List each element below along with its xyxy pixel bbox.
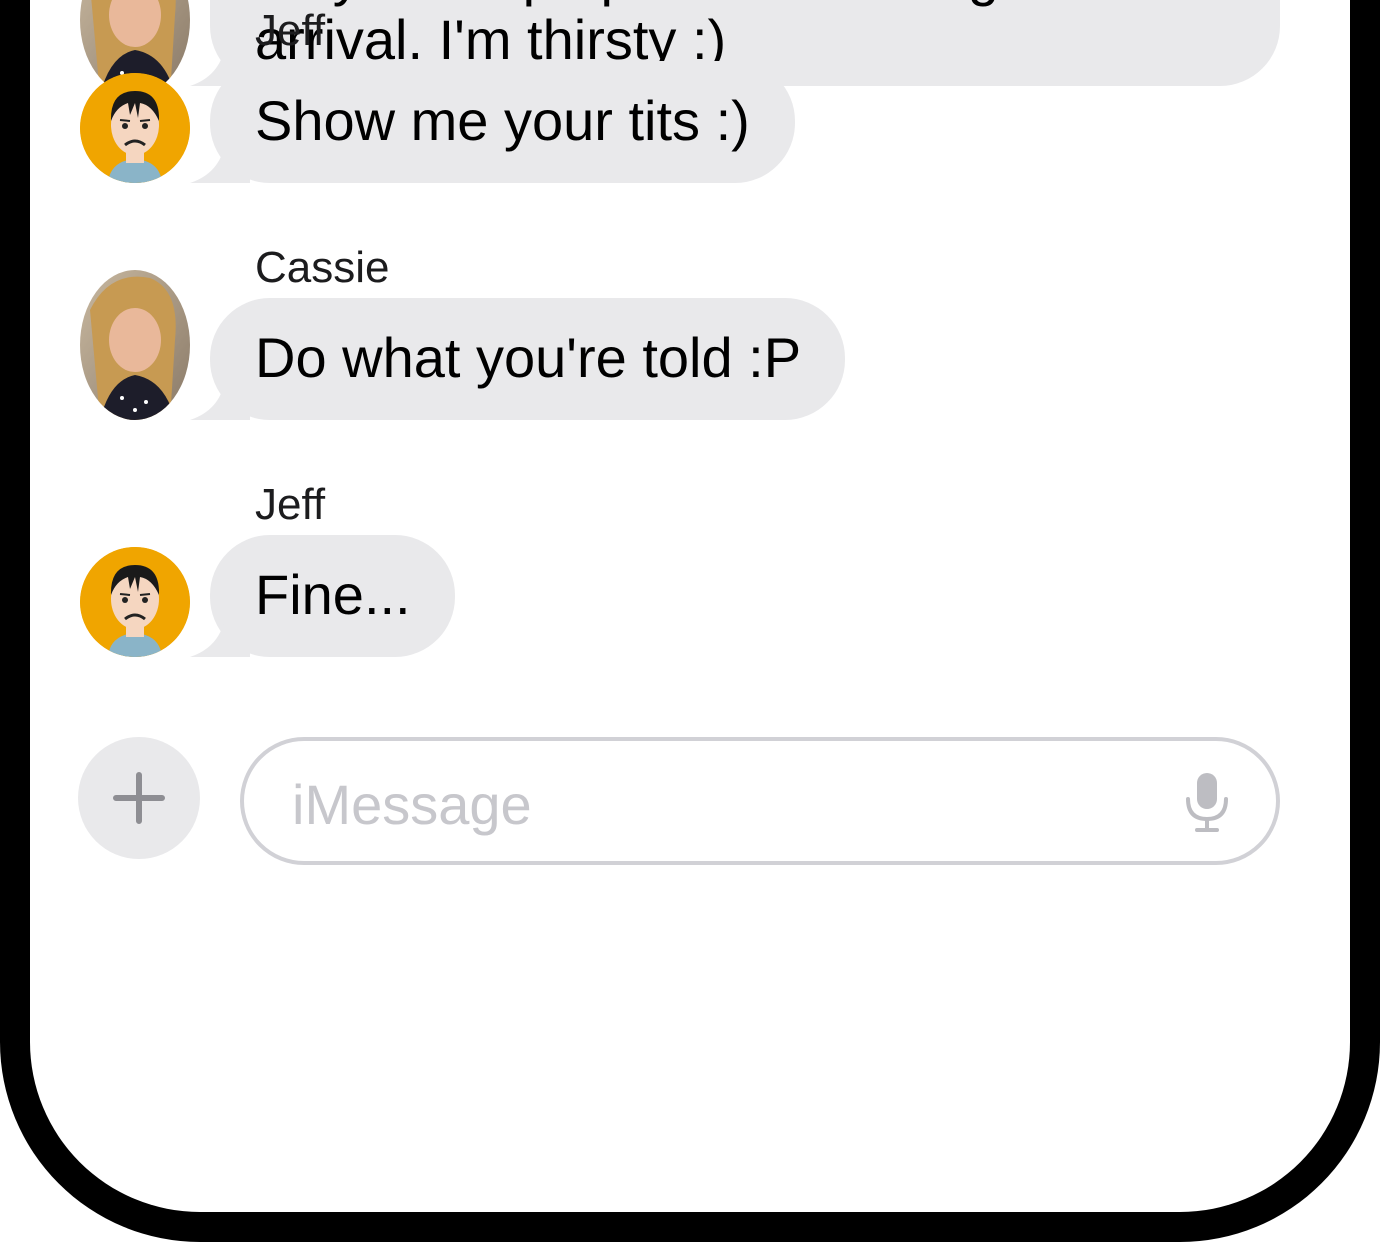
jeff-cartoon-avatar[interactable] [80, 73, 190, 183]
conversation: Maybe whip up a few beverages for our ar… [30, 0, 1350, 1212]
sender-name: Cassie [255, 243, 390, 292]
message-input[interactable]: iMessage [240, 737, 1280, 865]
message-input-placeholder: iMessage [292, 773, 532, 836]
message-bubble[interactable]: Fine... [190, 535, 455, 657]
cassie-photo-avatar[interactable] [80, 270, 190, 420]
message-text: Do what you're told :P [255, 326, 802, 389]
sender-name: Jeff [255, 480, 326, 529]
message-bubble[interactable]: Do what you're told :P [190, 298, 845, 420]
sender-name: Jeff [255, 6, 326, 55]
jeff-cartoon-avatar[interactable] [80, 547, 190, 657]
bubble-tail [190, 617, 250, 657]
messages-screen: Maybe whip up a few beverages for our ar… [30, 0, 1350, 1212]
message-text: Show me your tits :) [255, 89, 750, 152]
bubble-tail [190, 143, 250, 183]
add-attachment-button[interactable] [78, 737, 200, 859]
message-text: Fine... [255, 563, 411, 626]
message-bubble[interactable]: Show me your tits :) [190, 61, 795, 183]
microphone-icon[interactable] [1182, 771, 1232, 833]
bubble-tail [190, 380, 250, 420]
plus-icon [113, 772, 165, 824]
message-text-line: Maybe whip up a few beverages for our [255, 0, 1236, 8]
